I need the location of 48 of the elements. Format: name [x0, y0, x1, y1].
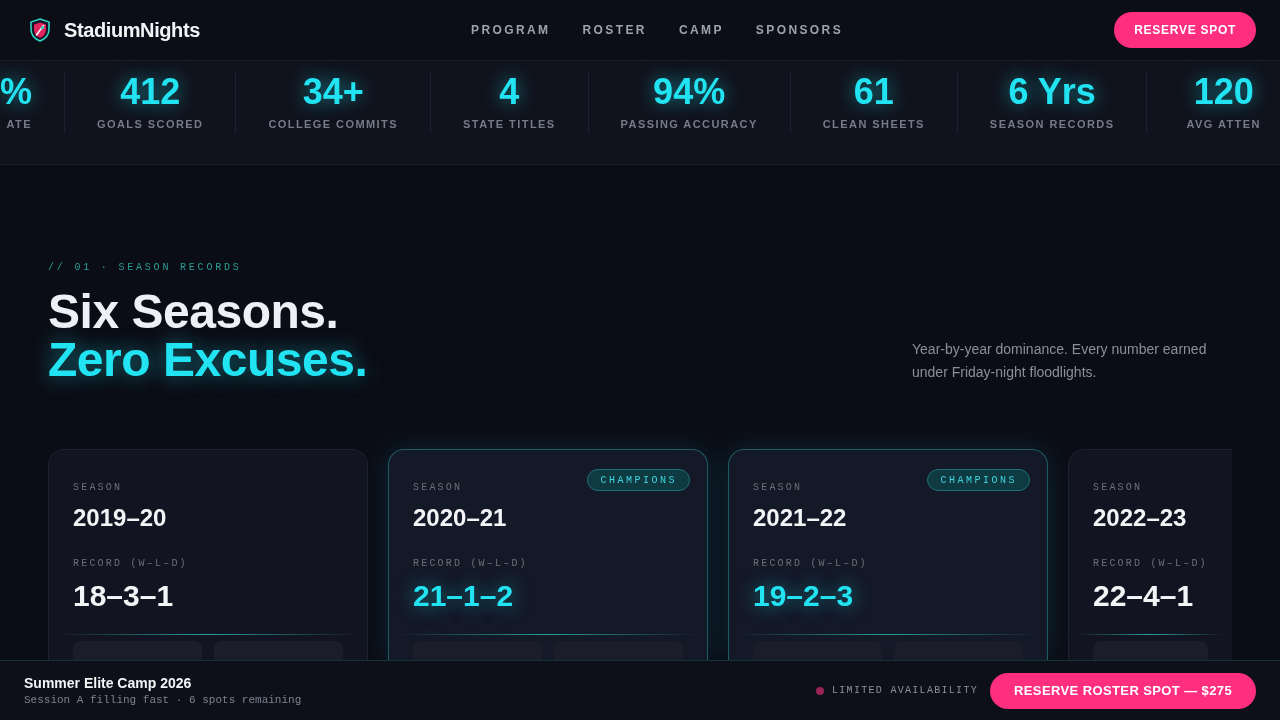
- camp-title: Summer Elite Camp 2026: [24, 674, 193, 692]
- availability-label: LIMITED AVAILABILITY: [832, 684, 979, 698]
- stat-value: 94%: [653, 72, 726, 112]
- stat-label: STATE TITLES: [463, 117, 556, 132]
- nav-link[interactable]: PROGRAM: [471, 21, 551, 39]
- nav-link[interactable]: SPONSORS: [755, 21, 844, 39]
- nav-link[interactable]: ROSTER: [582, 21, 647, 39]
- stat-value: %: [0, 72, 32, 112]
- stat-label: PASSING ACCURACY: [620, 117, 758, 132]
- stat-label: GOALS SCORED: [97, 117, 204, 132]
- shield-logo-icon: [30, 18, 50, 42]
- stat-label: CLEAN SHEETS: [822, 117, 925, 132]
- season-year: 2021–22: [753, 506, 847, 530]
- champions-badge: CHAMPIONS: [927, 469, 1030, 491]
- champions-badge: CHAMPIONS: [587, 469, 690, 491]
- stat-label: ATE: [6, 117, 32, 132]
- stat-label: AVG ATTEN: [1186, 117, 1261, 132]
- season-record: 21–1–2: [413, 581, 514, 611]
- season-record: 22–4–1: [1093, 581, 1194, 611]
- season-label: SEASON: [413, 482, 463, 494]
- camp-status-text: Session A filling fast · 6 spots remaining: [24, 693, 302, 707]
- stat-value: 120: [1193, 72, 1254, 112]
- season-year: 2022–23: [1093, 506, 1187, 530]
- record-label: RECORD (W–L–D): [413, 558, 528, 570]
- stat-value: 412: [120, 72, 181, 112]
- section-description: Year-by-year dominance. Every number earned under Friday-night floodlights.: [912, 340, 1208, 382]
- season-record: 19–2–3: [753, 581, 854, 611]
- stat-label: SEASON RECORDS: [989, 117, 1115, 132]
- reserve-roster-spot-button[interactable]: RESERVE ROSTER SPOT — $275: [990, 672, 1256, 709]
- season-record: 18–3–1: [73, 581, 174, 611]
- season-year: 2019–20: [73, 506, 167, 530]
- season-label: SEASON: [73, 482, 123, 494]
- stat-value: 61: [853, 72, 894, 112]
- record-label: RECORD (W–L–D): [753, 558, 868, 570]
- stat-value: 4: [499, 72, 520, 112]
- season-label: SEASON: [753, 482, 803, 494]
- section-heading: Six Seasons. Zero Excuses.: [48, 288, 368, 384]
- reserve-spot-button[interactable]: RESERVE SPOT: [1114, 12, 1256, 48]
- stat-value: 6 Yrs: [1008, 72, 1096, 112]
- season-label: SEASON: [1093, 482, 1143, 494]
- stat-value: 34+: [302, 72, 364, 112]
- record-label: RECORD (W–L–D): [1093, 558, 1208, 570]
- brand-name[interactable]: StadiumNights: [64, 15, 200, 45]
- season-year: 2020–21: [413, 506, 507, 530]
- record-label: RECORD (W–L–D): [73, 558, 188, 570]
- stat-label: COLLEGE COMMITS: [268, 117, 399, 132]
- nav-link[interactable]: CAMP: [678, 21, 724, 39]
- section-eyebrow: // 01 · SEASON RECORDS: [48, 262, 242, 274]
